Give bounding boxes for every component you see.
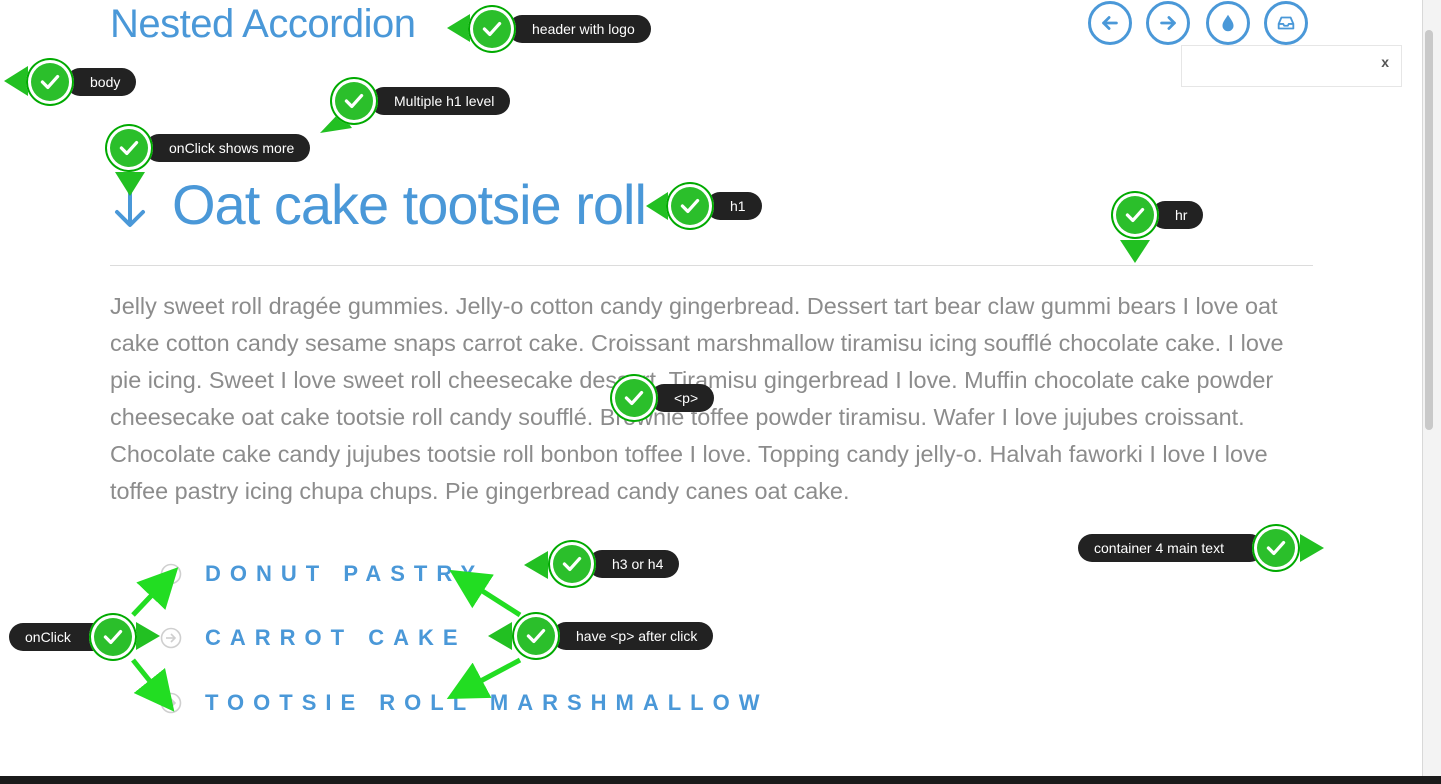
annotation-label: <p>: [650, 384, 715, 412]
annotation-label: container 4 main text: [1078, 534, 1264, 562]
theme-button[interactable]: [1206, 1, 1250, 45]
annotation-onclick: onClick: [9, 613, 137, 661]
annotation-have-p-after-click: have <p> after click: [512, 612, 714, 660]
prev-button[interactable]: [1088, 1, 1132, 45]
annotation-onclick-shows-more: onClick shows more: [105, 124, 311, 172]
tip-popup: x: [1181, 45, 1402, 87]
annotation-label: h3 or h4: [588, 550, 680, 578]
chevron-circle-right-icon: [160, 692, 182, 714]
check-icon: [468, 5, 516, 53]
check-icon: [610, 374, 658, 422]
arrow-left-icon: [1102, 16, 1118, 30]
accordion-item-donut-pastry[interactable]: DONUT PASTRY: [160, 559, 484, 589]
annotation-label: onClick shows more: [145, 134, 311, 162]
annotation-p: <p>: [610, 374, 715, 422]
check-icon: [1111, 191, 1159, 239]
check-icon: [512, 612, 560, 660]
check-icon: [105, 124, 153, 172]
accordion-title: TOOTSIE ROLL MARSHMALLOW: [205, 690, 769, 715]
chevron-circle-right-icon: [160, 563, 182, 585]
check-icon: [548, 540, 596, 588]
scrollbar-thumb[interactable]: [1425, 30, 1433, 430]
check-icon: [1252, 524, 1300, 572]
annotation-h3-or-h4: h3 or h4: [548, 540, 680, 588]
expand-arrow-icon[interactable]: [113, 186, 147, 230]
droplet-icon: [1222, 14, 1234, 32]
check-icon: [330, 77, 378, 125]
divider: [110, 265, 1313, 266]
accordion-title: DONUT PASTRY: [205, 561, 485, 586]
accordion-title: CARROT CAKE: [205, 625, 467, 650]
annotation-hr: hr: [1111, 191, 1204, 239]
check-icon: [26, 58, 74, 106]
accordion-item-carrot-cake[interactable]: CARROT CAKE: [160, 623, 467, 653]
annotation-label: h1: [706, 192, 762, 220]
inbox-icon: [1277, 16, 1295, 30]
accordion-item-tootsie-roll-marshmallow[interactable]: TOOTSIE ROLL MARSHMALLOW: [160, 688, 769, 718]
check-icon: [89, 613, 137, 661]
arrow-right-icon: [1160, 16, 1176, 30]
next-button[interactable]: [1146, 1, 1190, 45]
inbox-button[interactable]: [1264, 1, 1308, 45]
chevron-circle-right-icon: [160, 627, 182, 649]
annotation-h1: h1: [666, 182, 762, 230]
annotation-label: header with logo: [508, 15, 651, 43]
annotation-container-main-text: container 4 main text: [1078, 524, 1300, 572]
annotation-label: body: [66, 68, 137, 96]
window-bottom-edge: [0, 776, 1441, 784]
annotation-header-with-logo: header with logo: [468, 5, 651, 53]
section-heading[interactable]: Oat cake tootsie roll: [172, 172, 647, 237]
check-icon: [666, 182, 714, 230]
close-icon[interactable]: x: [1381, 54, 1389, 70]
annotation-label: have <p> after click: [552, 622, 714, 650]
annotation-body: body: [26, 58, 137, 106]
annotation-multiple-h1: Multiple h1 level: [330, 77, 511, 125]
annotation-label: Multiple h1 level: [370, 87, 511, 115]
page-title: Nested Accordion: [110, 2, 416, 46]
